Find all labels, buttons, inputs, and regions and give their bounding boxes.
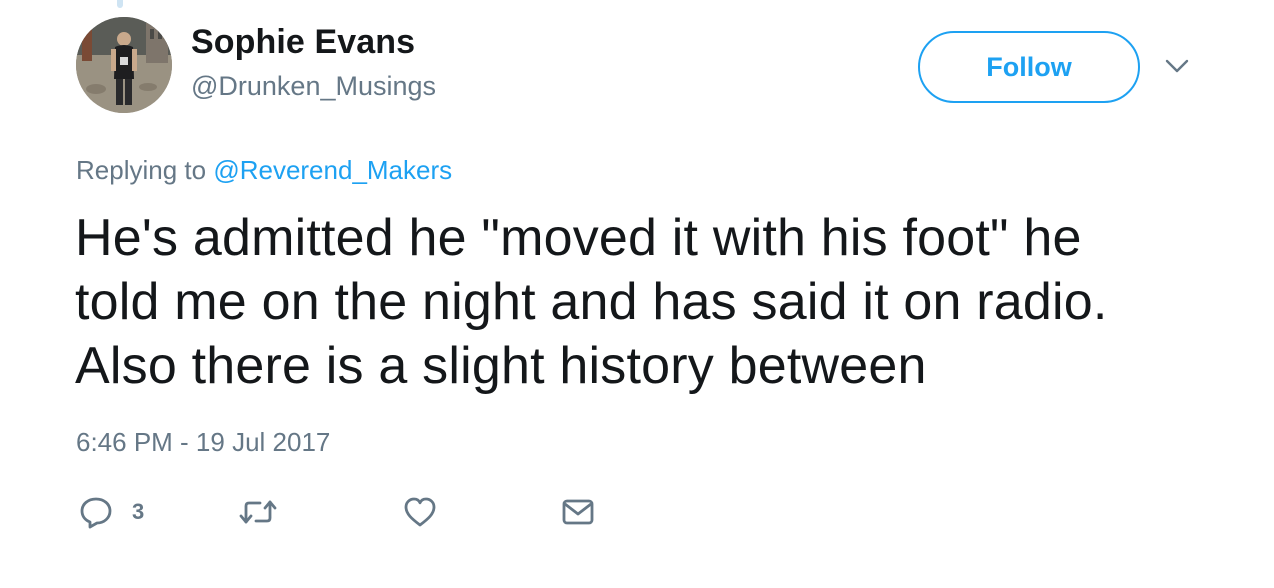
tweet-text-line: He's admitted he "moved it with his foot… bbox=[75, 209, 1082, 267]
reply-count: 3 bbox=[132, 499, 145, 524]
direct-message-button[interactable] bbox=[560, 492, 596, 532]
thread-connector bbox=[117, 0, 123, 8]
reply-context-prefix: Replying to bbox=[76, 155, 207, 185]
chevron-down-icon[interactable] bbox=[1162, 54, 1192, 78]
heart-icon bbox=[402, 494, 438, 530]
reply-context: Replying to @Reverend_Makers bbox=[76, 153, 452, 187]
tweet-text-line: told me on the night and has said it on … bbox=[75, 273, 1108, 331]
like-button[interactable] bbox=[402, 492, 438, 532]
avatar[interactable] bbox=[76, 17, 172, 113]
follow-button[interactable]: Follow bbox=[918, 31, 1140, 103]
retweet-icon bbox=[238, 494, 278, 530]
tweet-card: Sophie Evans @Drunken_Musings Follow Rep… bbox=[0, 0, 1274, 588]
user-name[interactable]: Sophie Evans bbox=[191, 22, 415, 62]
avatar-photo bbox=[76, 17, 172, 113]
tweet-text: He's admitted he "moved it with his foot… bbox=[75, 206, 1195, 398]
tweet-text-line: Also there is a slight history between bbox=[75, 337, 927, 395]
retweet-button[interactable] bbox=[238, 492, 278, 532]
user-handle[interactable]: @Drunken_Musings bbox=[191, 70, 436, 102]
reply-mention-link[interactable]: @Reverend_Makers bbox=[213, 155, 452, 185]
reply-icon bbox=[78, 494, 114, 530]
tweet-timestamp[interactable]: 6:46 PM - 19 Jul 2017 bbox=[76, 425, 330, 459]
reply-button[interactable]: 3 bbox=[78, 492, 144, 532]
envelope-icon bbox=[560, 494, 596, 530]
